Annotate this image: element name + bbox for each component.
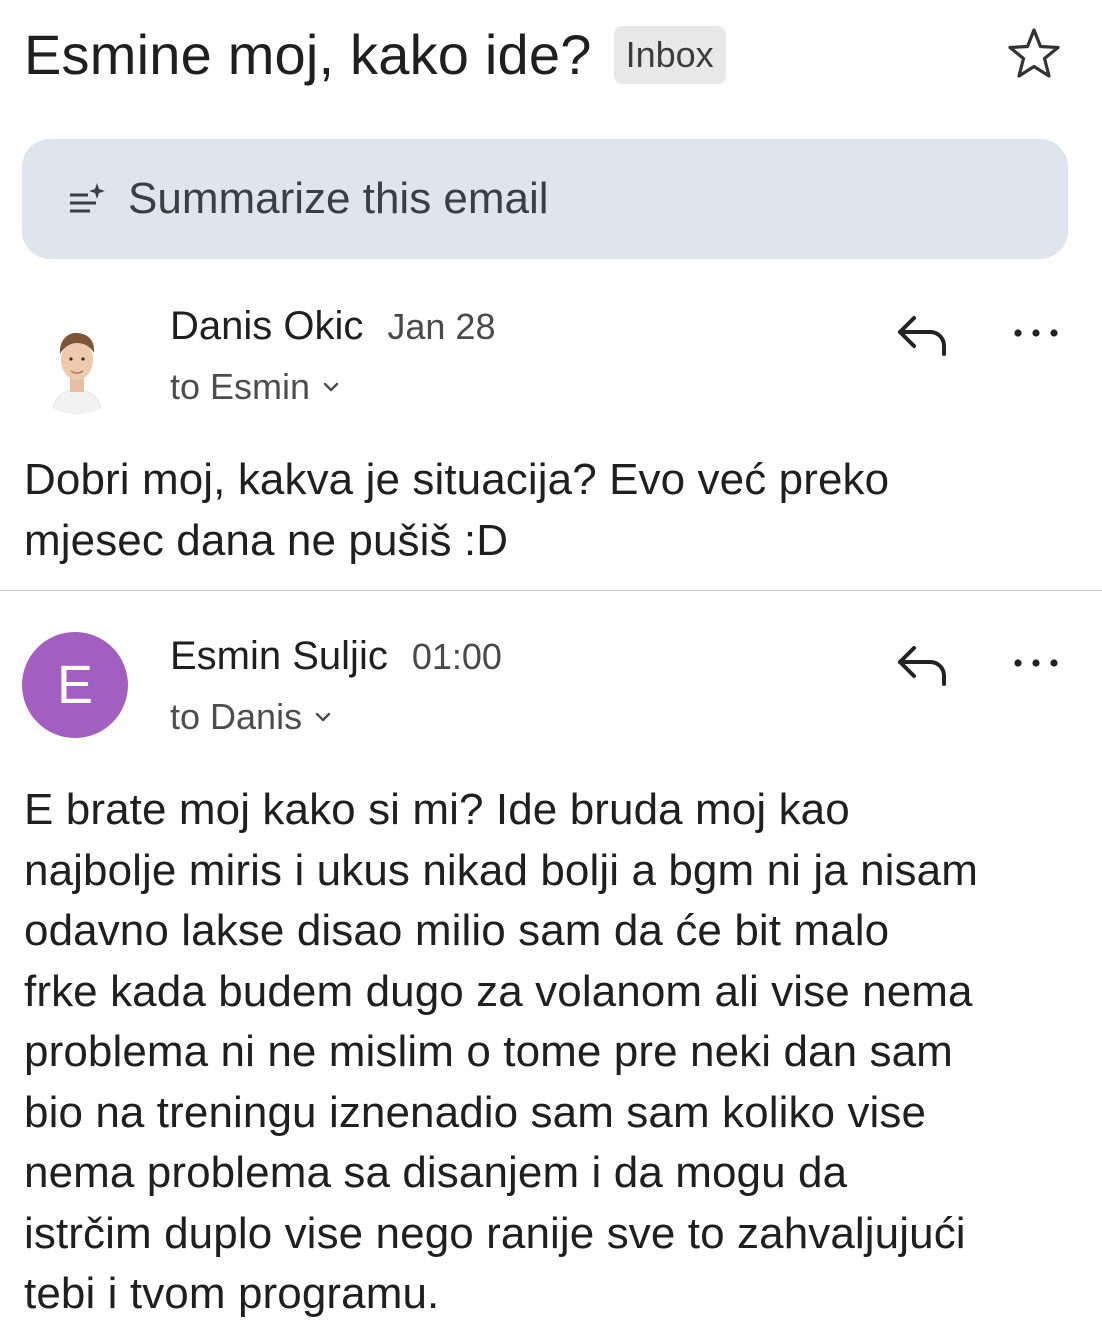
person-photo-icon [24,308,130,414]
message-body: E brate moj kako si mi? Ide bruda moj ka… [24,785,978,1318]
message-item: Danis Okic Jan 28 to Esmin Dobri moj, ka… [0,290,1102,591]
recipient-toggle[interactable]: to Esmin [170,366,342,408]
summarize-email-button[interactable]: Summarize this email [22,139,1068,259]
chevron-down-icon [323,382,339,392]
recipient-label: to Esmin [170,366,311,407]
recipient-label: to Danis [170,696,303,737]
more-options-icon[interactable] [1006,648,1066,678]
sender-name: Esmin Suljic [170,634,388,678]
sparkle-list-icon [70,183,105,213]
reply-icon[interactable] [892,640,954,690]
inbox-label-badge[interactable]: Inbox [613,26,726,84]
message-item: E Esmin Suljic 01:00 to Danis E brate mo… [0,620,1102,1342]
summarize-label: Summarize this email [128,174,549,223]
sender-line: Danis Okic Jan 28 [170,304,495,349]
message-date: Jan 28 [387,306,496,347]
avatar[interactable] [24,308,130,414]
email-header: Esmine moj, kako ide? Inbox [24,18,1078,92]
reply-icon[interactable] [892,310,954,360]
recipient-toggle[interactable]: to Danis [170,696,334,738]
sender-line: Esmin Suljic 01:00 [170,634,502,679]
avatar[interactable]: E [22,632,128,738]
message-body: Dobri moj, kakva je situacija? Evo već p… [24,455,890,565]
email-subject: Esmine moj, kako ide? [24,23,592,86]
star-icon[interactable] [1004,24,1064,84]
chevron-down-icon [315,712,331,722]
sender-name: Danis Okic [170,304,364,348]
message-date: 01:00 [411,636,502,677]
more-options-icon[interactable] [1006,318,1066,348]
